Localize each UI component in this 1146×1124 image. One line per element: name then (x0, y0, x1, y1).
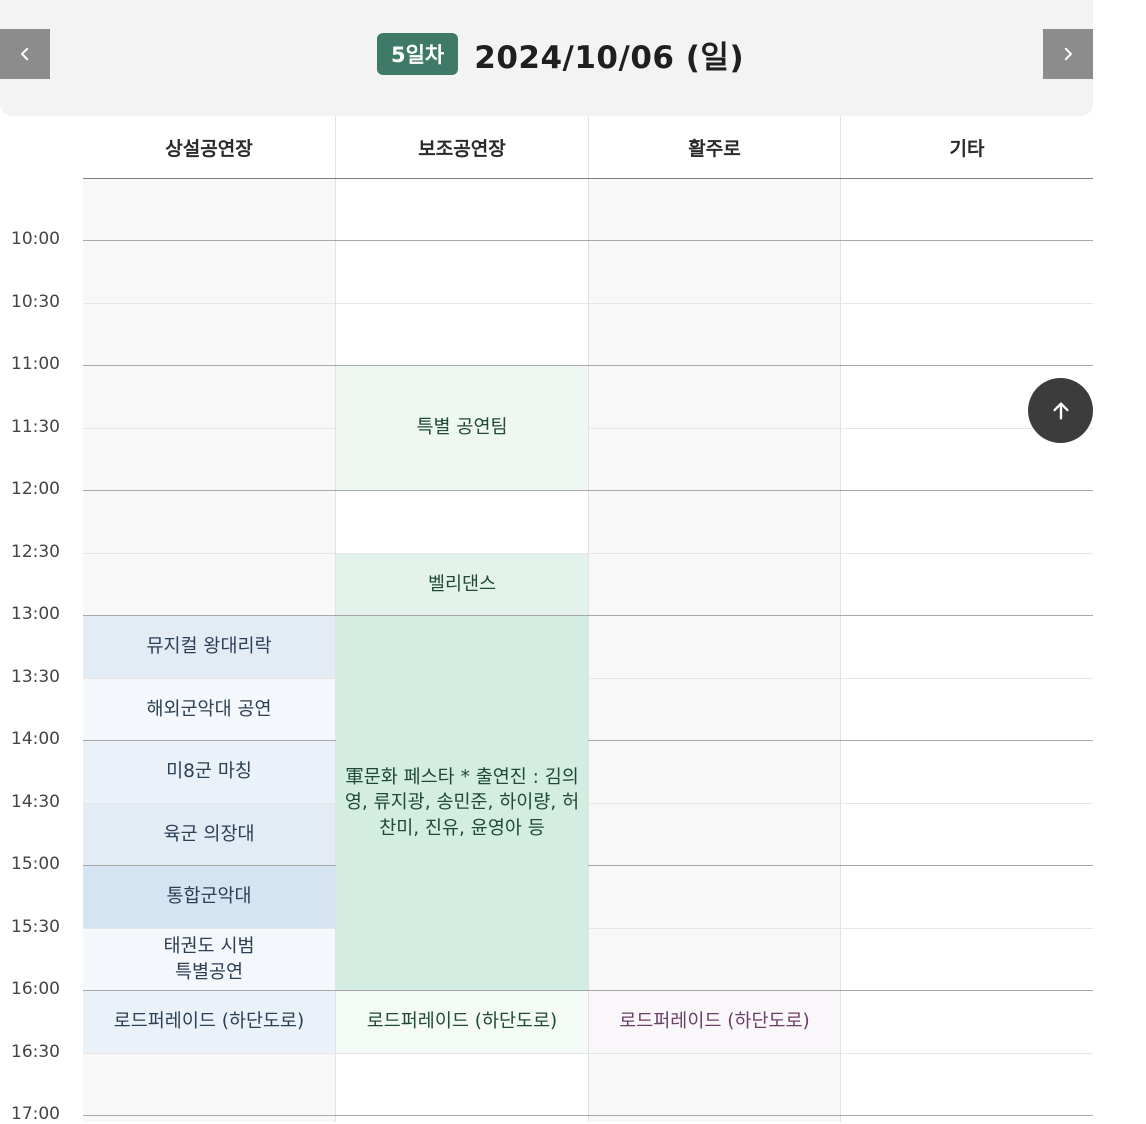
event-overseas-band[interactable]: 해외군악대 공연 (83, 679, 335, 740)
venue-header-runway: 활주로 (688, 138, 741, 160)
time-label: 16:00 (11, 979, 60, 999)
chevron-left-icon (21, 47, 29, 61)
event-musical[interactable]: 뮤지컬 왕대리락 (83, 616, 335, 678)
prev-day-button[interactable] (0, 29, 50, 79)
column-divider (588, 116, 589, 1122)
event-joint-band[interactable]: 통합군악대 (83, 866, 335, 928)
scroll-top-button[interactable] (1028, 378, 1093, 443)
event-army-honor-guard[interactable]: 육군 의장대 (83, 804, 335, 865)
grid-line-hour (83, 490, 1093, 491)
day-badge: 5일차 (377, 33, 459, 75)
time-label: 11:30 (11, 417, 60, 437)
event-taekwondo[interactable]: 태권도 시범 특별공연 (83, 929, 335, 990)
venue-header-sub-stage: 보조공연장 (418, 138, 506, 160)
grid-line-half (83, 1053, 1093, 1054)
venue-header-other: 기타 (949, 138, 985, 160)
event-special-team[interactable]: 특별 공연팀 (336, 366, 588, 490)
time-label: 17:00 (11, 1104, 60, 1124)
grid-line-half (83, 553, 1093, 554)
event-belly-dance[interactable]: 벨리댄스 (336, 554, 588, 615)
grid-line-half (83, 428, 1093, 429)
column-bg-runway (589, 179, 840, 1122)
column-divider (840, 116, 841, 1122)
next-day-button[interactable] (1043, 29, 1093, 79)
time-label: 13:00 (11, 604, 60, 624)
venue-header-main-stage: 상설공연장 (165, 138, 253, 160)
date-title: 2024/10/06 (일) (474, 39, 745, 76)
time-label: 14:30 (11, 792, 60, 812)
event-road-parade-main[interactable]: 로드퍼레이드 (하단도로) (83, 991, 335, 1053)
event-road-parade-runway[interactable]: 로드퍼레이드 (하단도로) (589, 991, 840, 1053)
date-header: 5일차 2024/10/06 (일) (0, 0, 1093, 116)
grid-line-hour (83, 240, 1093, 241)
time-label: 13:30 (11, 667, 60, 687)
event-road-parade-sub[interactable]: 로드퍼레이드 (하단도로) (336, 991, 588, 1053)
chevron-right-icon (1064, 47, 1072, 61)
header-underline (83, 178, 1093, 179)
time-label: 10:30 (11, 292, 60, 312)
grid-line-hour (83, 1115, 1093, 1116)
time-label: 12:00 (11, 479, 60, 499)
event-us8-marching[interactable]: 미8군 마칭 (83, 741, 335, 803)
arrow-up-icon (1052, 401, 1069, 420)
time-label: 14:00 (11, 729, 60, 749)
grid-line-hour (83, 365, 1093, 366)
time-label: 15:30 (11, 917, 60, 937)
time-label: 15:00 (11, 854, 60, 874)
time-label: 12:30 (11, 542, 60, 562)
time-label: 10:00 (11, 229, 60, 249)
date-title-group: 5일차 2024/10/06 (일) (377, 33, 745, 76)
column-bg-other (841, 179, 1093, 1122)
event-military-festa[interactable]: 軍문화 페스타 * 출연진 : 김의영, 류지광, 송민준, 하이량, 허찬미,… (336, 616, 588, 990)
grid-line-half (83, 303, 1093, 304)
time-label: 16:30 (11, 1042, 60, 1062)
time-label: 11:00 (11, 354, 60, 374)
